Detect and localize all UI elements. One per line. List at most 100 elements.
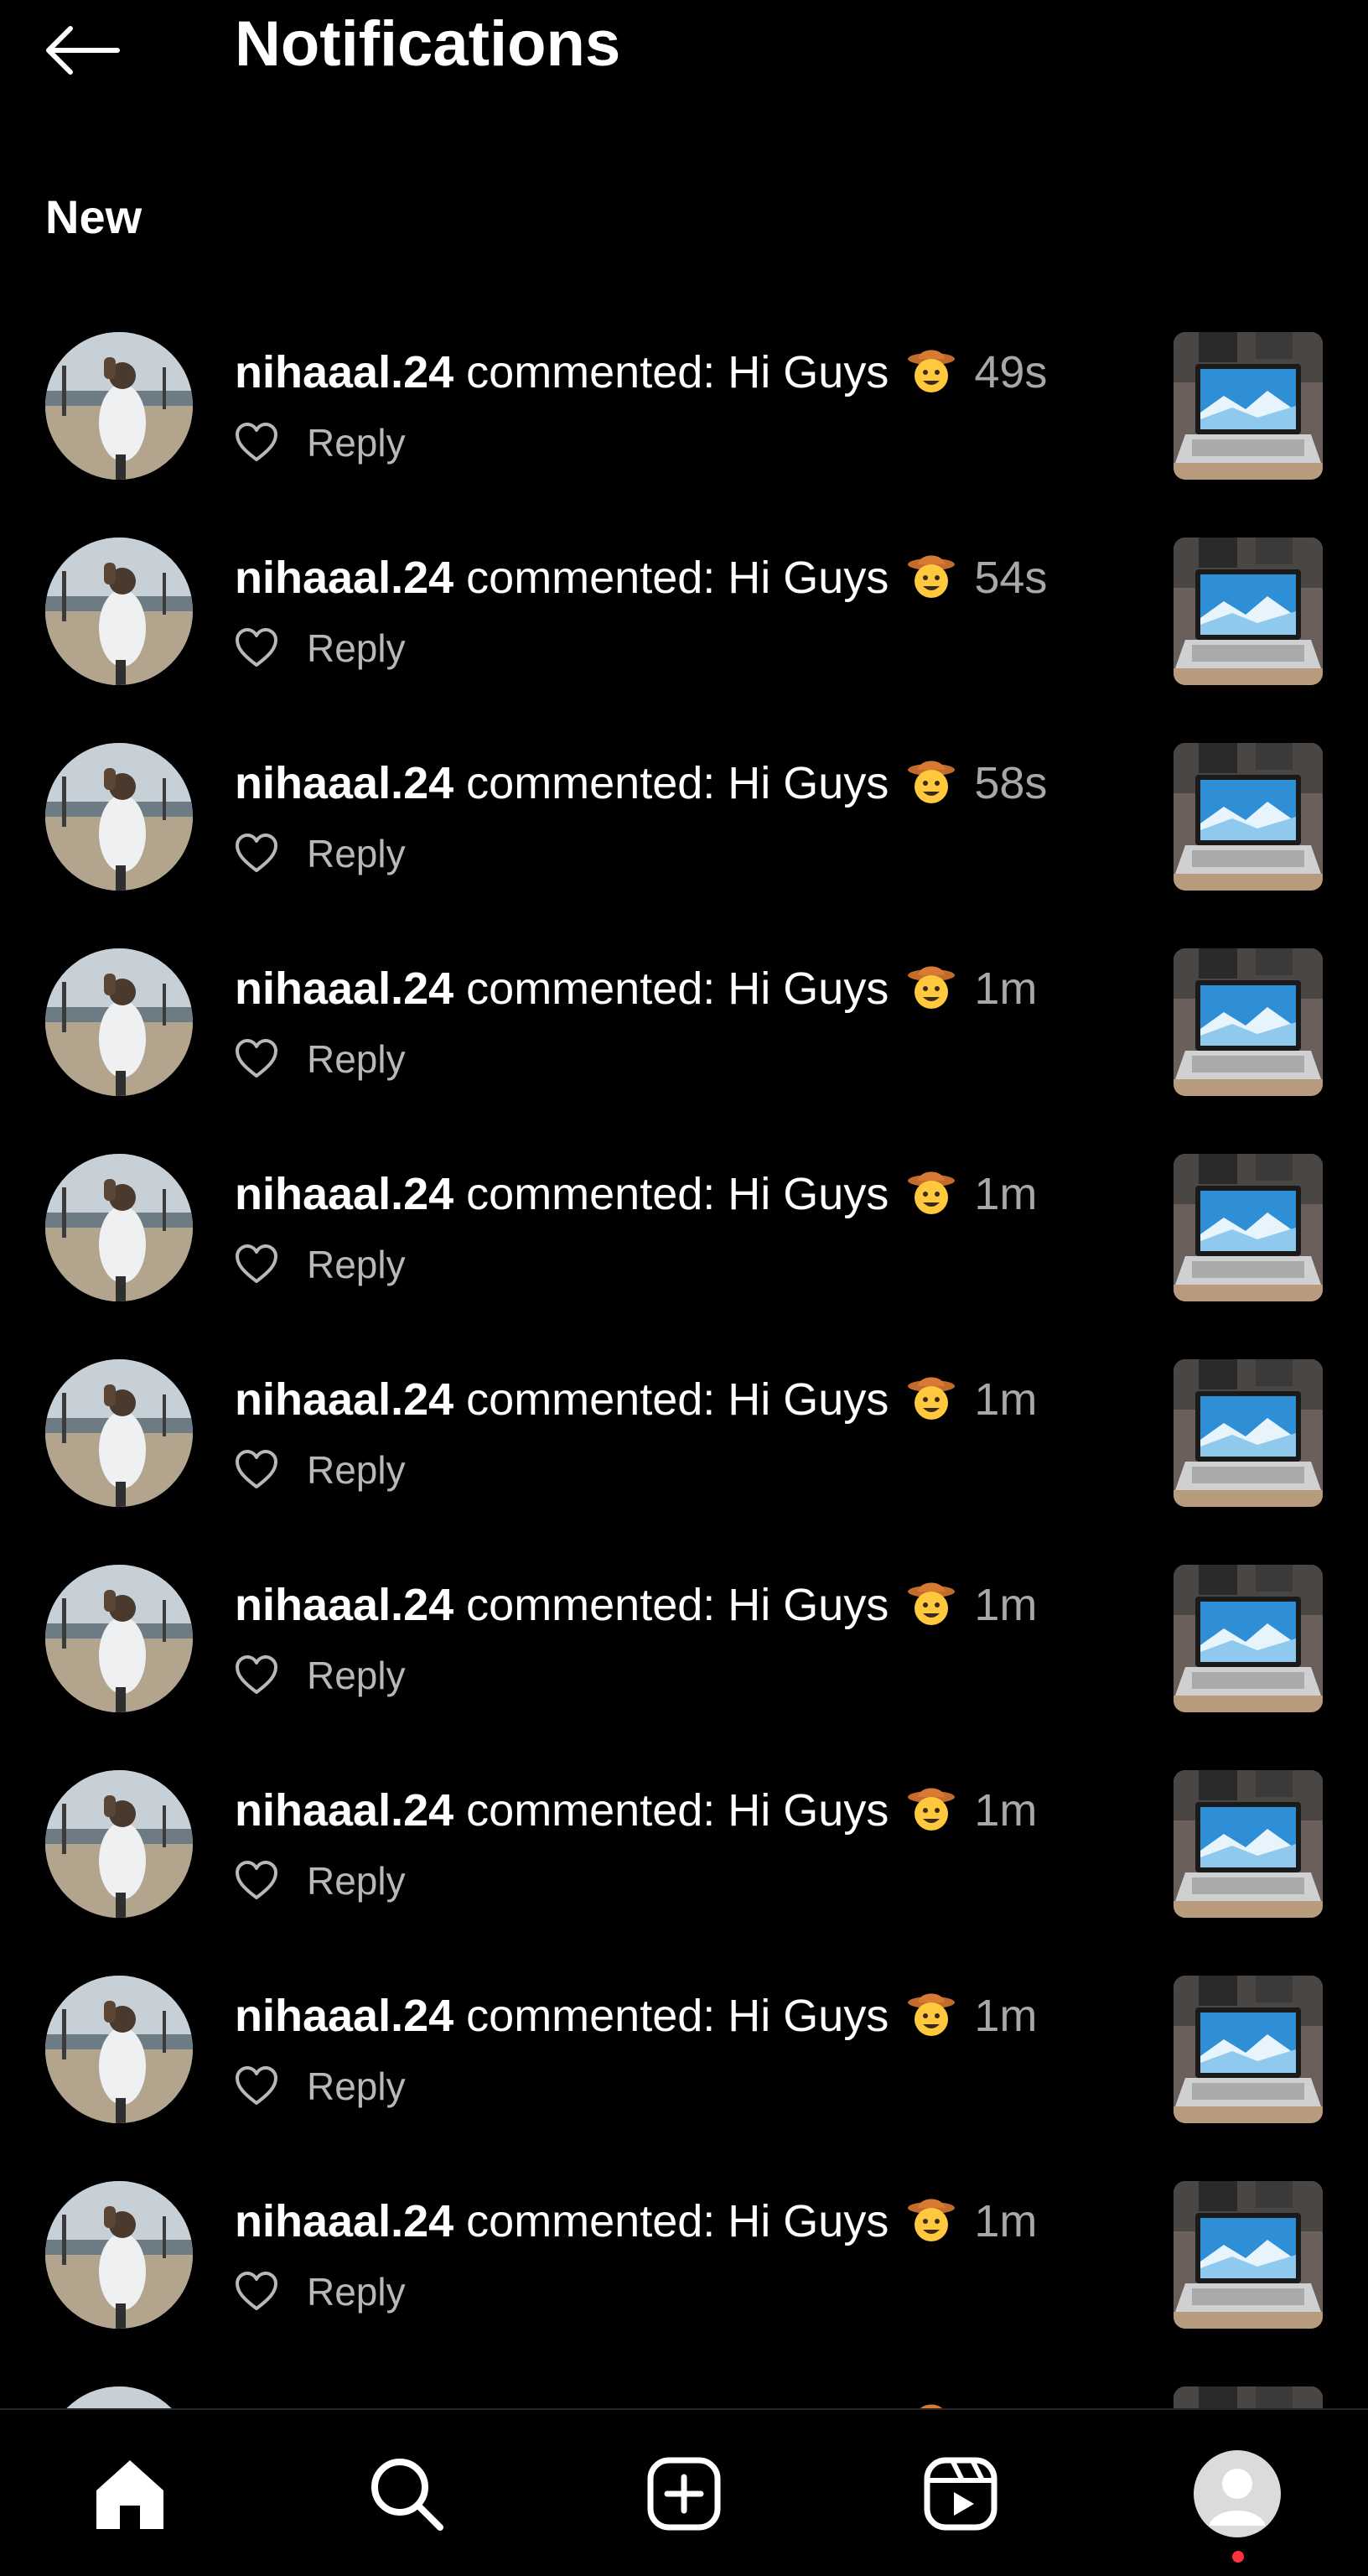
reply-button[interactable]: Reply [307, 1242, 406, 1287]
user-avatar[interactable] [45, 2386, 193, 2408]
nav-reels[interactable] [910, 2444, 1011, 2544]
notification-text: nihaaal.24 commented: Hi Guys 58s [235, 756, 1047, 810]
comment-text: commented: Hi Guys [466, 758, 889, 808]
reels-icon [924, 2457, 998, 2531]
username-link[interactable]: nihaaal.24 [235, 1580, 453, 1630]
heart-icon[interactable] [235, 832, 278, 875]
post-thumbnail[interactable] [1174, 1770, 1323, 1918]
notification-row[interactable]: nihaaal.24 commented: Hi Guys 1m Reply [0, 1972, 1368, 2178]
heart-icon[interactable] [235, 1243, 278, 1286]
notification-row[interactable]: nihaaal.24 commented: Hi Guys 58s Reply [0, 740, 1368, 945]
post-thumbnail[interactable] [1174, 1359, 1323, 1507]
username-link[interactable]: nihaaal.24 [235, 1169, 453, 1219]
heart-icon[interactable] [235, 421, 278, 465]
heart-icon[interactable] [235, 2270, 278, 2314]
username-link[interactable]: nihaaal.24 [235, 1991, 453, 2041]
comment-text: commented: Hi Guys [466, 2402, 889, 2408]
post-thumbnail[interactable] [1174, 743, 1323, 891]
reply-button[interactable]: Reply [307, 2269, 406, 2314]
nav-home[interactable] [80, 2444, 180, 2544]
cowboy-face-emoji-icon [919, 2404, 944, 2408]
heart-icon[interactable] [235, 1448, 278, 1492]
notification-row[interactable]: nihaaal.24 commented: Hi Guys [0, 2383, 1368, 2408]
notification-text: nihaaal.24 commented: Hi Guys 1m [235, 2194, 1037, 2248]
user-avatar[interactable] [45, 1565, 193, 1712]
header: Notifications [0, 0, 1368, 101]
timestamp: 1m [974, 2196, 1038, 2246]
nav-profile[interactable] [1187, 2444, 1288, 2544]
reply-button[interactable]: Reply [307, 1653, 406, 1698]
user-avatar[interactable] [45, 743, 193, 891]
cowboy-face-emoji-icon [908, 555, 956, 598]
user-avatar[interactable] [45, 1976, 193, 2123]
post-thumbnail[interactable] [1174, 1976, 1323, 2123]
reply-button[interactable]: Reply [307, 2064, 406, 2109]
reply-button[interactable]: Reply [307, 1858, 406, 1903]
user-avatar[interactable] [45, 1154, 193, 1301]
action-row: Reply [235, 827, 406, 880]
username-link[interactable]: nihaaal.24 [235, 758, 453, 808]
reply-button[interactable]: Reply [307, 1036, 406, 1082]
timestamp: 1m [974, 1785, 1038, 1836]
post-thumbnail[interactable] [1174, 1565, 1323, 1712]
page-title: Notifications [235, 8, 621, 80]
post-thumbnail[interactable] [1174, 2181, 1323, 2329]
user-avatar[interactable] [45, 538, 193, 685]
nav-create[interactable] [634, 2444, 734, 2544]
user-avatar[interactable] [45, 948, 193, 1096]
username-link[interactable]: nihaaal.24 [235, 347, 453, 397]
notification-row[interactable]: nihaaal.24 commented: Hi Guys 1m Reply [0, 2178, 1368, 2383]
action-row: Reply [235, 1649, 406, 1702]
username-link[interactable]: nihaaal.24 [235, 963, 453, 1014]
heart-icon[interactable] [235, 626, 278, 670]
comment-text: commented: Hi Guys [466, 553, 889, 603]
notification-text: nihaaal.24 commented: Hi Guys 1m [235, 1578, 1037, 1632]
username-link[interactable]: nihaaal.24 [235, 1785, 453, 1836]
reply-button[interactable]: Reply [307, 831, 406, 876]
reply-button[interactable]: Reply [307, 626, 406, 671]
notification-text: nihaaal.24 commented: Hi Guys 1m [235, 1784, 1037, 1837]
heart-icon[interactable] [235, 2064, 278, 2108]
post-thumbnail[interactable] [1174, 1154, 1323, 1301]
comment-text: commented: Hi Guys [466, 1785, 889, 1836]
notification-row[interactable]: nihaaal.24 commented: Hi Guys 49s Reply [0, 329, 1368, 534]
cowboy-face-emoji-icon [908, 966, 956, 1009]
notification-row[interactable]: nihaaal.24 commented: Hi Guys 1m Reply [0, 1356, 1368, 1561]
user-avatar[interactable] [45, 1770, 193, 1918]
post-thumbnail[interactable] [1174, 2386, 1323, 2408]
comment-text: commented: Hi Guys [466, 1580, 889, 1630]
username-link[interactable]: nihaaal.24 [235, 2402, 453, 2408]
notification-text: nihaaal.24 commented: Hi Guys [235, 2400, 961, 2408]
notification-list[interactable]: nihaaal.24 commented: Hi Guys 49s Reply [0, 329, 1368, 2408]
cowboy-face-emoji-icon [908, 1171, 956, 1214]
username-link[interactable]: nihaaal.24 [235, 2196, 453, 2246]
heart-icon[interactable] [235, 1654, 278, 1697]
timestamp: 1m [974, 963, 1038, 1014]
profile-avatar-icon [1194, 2450, 1281, 2537]
heart-icon[interactable] [235, 1859, 278, 1903]
reply-button[interactable]: Reply [307, 1447, 406, 1493]
reply-button[interactable]: Reply [307, 420, 406, 465]
notification-row[interactable]: nihaaal.24 commented: Hi Guys 1m Reply [0, 945, 1368, 1150]
heart-icon[interactable] [235, 1037, 278, 1081]
notification-text: nihaaal.24 commented: Hi Guys 1m [235, 1989, 1037, 2043]
post-thumbnail[interactable] [1174, 332, 1323, 480]
bottom-nav [0, 2408, 1368, 2576]
timestamp: 1m [974, 1374, 1038, 1425]
back-button[interactable] [40, 17, 124, 84]
username-link[interactable]: nihaaal.24 [235, 1374, 453, 1425]
user-avatar[interactable] [45, 2181, 193, 2329]
comment-text: commented: Hi Guys [466, 1991, 889, 2041]
notifications-page: Notifications New nihaaal.24 commented: … [0, 0, 1368, 2576]
post-thumbnail[interactable] [1174, 538, 1323, 685]
notification-row[interactable]: nihaaal.24 commented: Hi Guys 1m Reply [0, 1767, 1368, 1972]
nav-search[interactable] [356, 2444, 457, 2544]
username-link[interactable]: nihaaal.24 [235, 553, 453, 603]
notification-row[interactable]: nihaaal.24 commented: Hi Guys 1m Reply [0, 1561, 1368, 1767]
timestamp: 54s [974, 553, 1048, 603]
post-thumbnail[interactable] [1174, 948, 1323, 1096]
notification-row[interactable]: nihaaal.24 commented: Hi Guys 54s Reply [0, 534, 1368, 740]
notification-row[interactable]: nihaaal.24 commented: Hi Guys 1m Reply [0, 1150, 1368, 1356]
user-avatar[interactable] [45, 1359, 193, 1507]
user-avatar[interactable] [45, 332, 193, 480]
